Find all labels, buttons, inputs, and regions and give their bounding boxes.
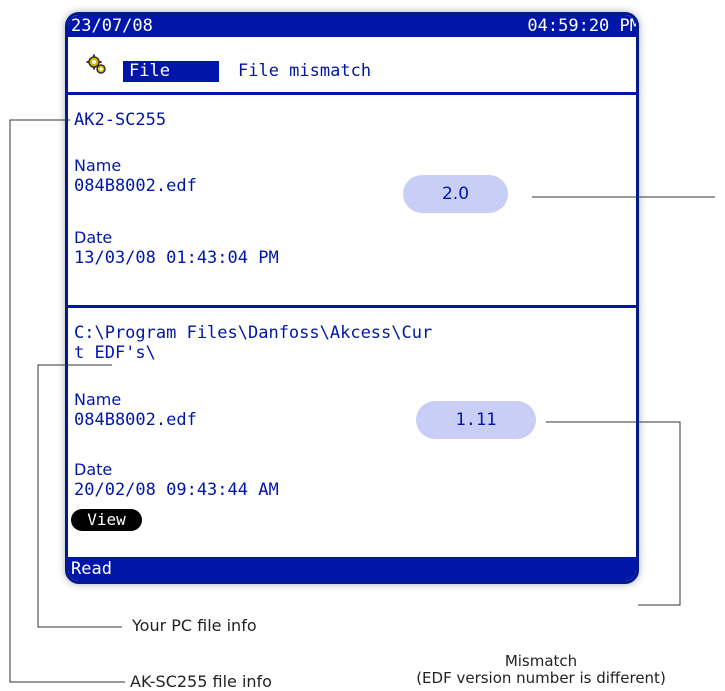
callout-mismatch-detail: (EDF version number is different) [416,669,666,687]
callout-pc-info: Your PC file info [132,616,257,635]
mismatch-leader [546,421,681,606]
callout-controller-info: AK-SC255 file info [130,672,272,691]
callout-mismatch-title: Mismatch [504,652,578,670]
pc-info-leader [37,364,122,628]
callout-lines [9,119,715,683]
controller-info-leader [9,119,125,683]
